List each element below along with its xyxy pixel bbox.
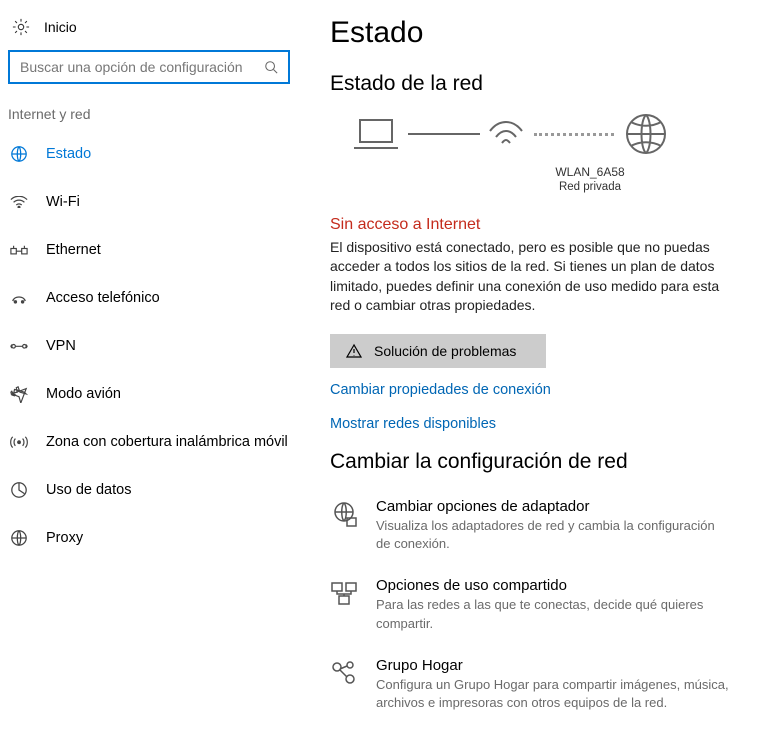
sidebar-item-label: VPN xyxy=(46,338,76,354)
search-input-wrap[interactable] xyxy=(8,50,290,84)
page-title: Estado xyxy=(330,16,732,50)
option-desc: Visualiza los adaptadores de red y cambi… xyxy=(376,517,732,553)
sidebar-item-label: Ethernet xyxy=(46,242,101,258)
section-label: Internet y red xyxy=(8,106,330,122)
search-input[interactable] xyxy=(20,59,264,75)
option-title: Grupo Hogar xyxy=(376,657,732,674)
sidebar-item-wifi[interactable]: Wi-Fi xyxy=(8,178,330,226)
sidebar-item-label: Zona con cobertura inalámbrica móvil xyxy=(46,434,288,450)
sidebar-item-ethernet[interactable]: Ethernet xyxy=(8,226,330,274)
network-diagram xyxy=(352,112,732,156)
globe-icon xyxy=(624,112,668,156)
status-paragraph: El dispositivo está conectado, pero es p… xyxy=(330,238,730,316)
sidebar-item-vpn[interactable]: VPN xyxy=(8,322,330,370)
laptop-icon xyxy=(352,116,400,152)
sidebar-item-estado[interactable]: Estado xyxy=(8,130,330,178)
airplane-icon xyxy=(10,385,28,403)
vpn-icon xyxy=(10,337,28,355)
network-type: Red privada xyxy=(448,180,732,196)
section-status: Estado de la red xyxy=(330,72,732,96)
adapter-options-icon xyxy=(330,500,358,528)
option-adapter[interactable]: Cambiar opciones de adaptador Visualiza … xyxy=(330,498,732,553)
homegroup-icon xyxy=(330,659,358,687)
sidebar-item-hotspot[interactable]: Zona con cobertura inalámbrica móvil xyxy=(8,418,330,466)
link-show-networks[interactable]: Mostrar redes disponibles xyxy=(330,416,732,432)
wifi-signal-icon xyxy=(488,119,524,149)
sidebar-item-dialup[interactable]: Acceso telefónico xyxy=(8,274,330,322)
option-desc: Para las redes a las que te conectas, de… xyxy=(376,596,732,632)
home-label: Inicio xyxy=(44,19,77,35)
sidebar-item-label: Uso de datos xyxy=(46,482,131,498)
option-desc: Configura un Grupo Hogar para compartir … xyxy=(376,676,732,712)
connection-line-solid xyxy=(408,133,480,135)
sidebar-item-airplane[interactable]: Modo avión xyxy=(8,370,330,418)
sidebar-item-proxy[interactable]: Proxy xyxy=(8,514,330,562)
network-label: WLAN_6A58 Red privada xyxy=(448,164,732,196)
section-change-config: Cambiar la configuración de red xyxy=(330,450,732,474)
warning-text: Sin acceso a Internet xyxy=(330,216,732,234)
connection-line-dashed xyxy=(534,133,614,136)
troubleshoot-label: Solución de problemas xyxy=(374,343,516,359)
sidebar-item-label: Modo avión xyxy=(46,386,121,402)
option-homegroup[interactable]: Grupo Hogar Configura un Grupo Hogar par… xyxy=(330,657,732,712)
sidebar-item-label: Proxy xyxy=(46,530,83,546)
warning-triangle-icon xyxy=(346,343,362,359)
wifi-icon xyxy=(10,193,28,211)
home-button[interactable]: Inicio xyxy=(8,18,330,50)
search-icon xyxy=(264,60,278,74)
status-icon xyxy=(10,145,28,163)
sidebar-item-label: Wi-Fi xyxy=(46,194,80,210)
troubleshoot-button[interactable]: Solución de problemas xyxy=(330,334,546,368)
option-sharing[interactable]: Opciones de uso compartido Para las rede… xyxy=(330,577,732,632)
link-change-connection[interactable]: Cambiar propiedades de conexión xyxy=(330,382,732,398)
sidebar-item-datausage[interactable]: Uso de datos xyxy=(8,466,330,514)
gear-icon xyxy=(12,18,30,36)
sidebar-item-label: Acceso telefónico xyxy=(46,290,160,306)
nav-list: Estado Wi-Fi Ethernet Acceso telefónico … xyxy=(8,130,330,562)
dialup-icon xyxy=(10,289,28,307)
sharing-options-icon xyxy=(330,579,358,607)
proxy-icon xyxy=(10,529,28,547)
option-title: Cambiar opciones de adaptador xyxy=(376,498,732,515)
sidebar-item-label: Estado xyxy=(46,146,91,162)
ethernet-icon xyxy=(10,241,28,259)
network-name: WLAN_6A58 xyxy=(448,164,732,180)
option-title: Opciones de uso compartido xyxy=(376,577,732,594)
data-usage-icon xyxy=(10,481,28,499)
hotspot-icon xyxy=(10,433,28,451)
